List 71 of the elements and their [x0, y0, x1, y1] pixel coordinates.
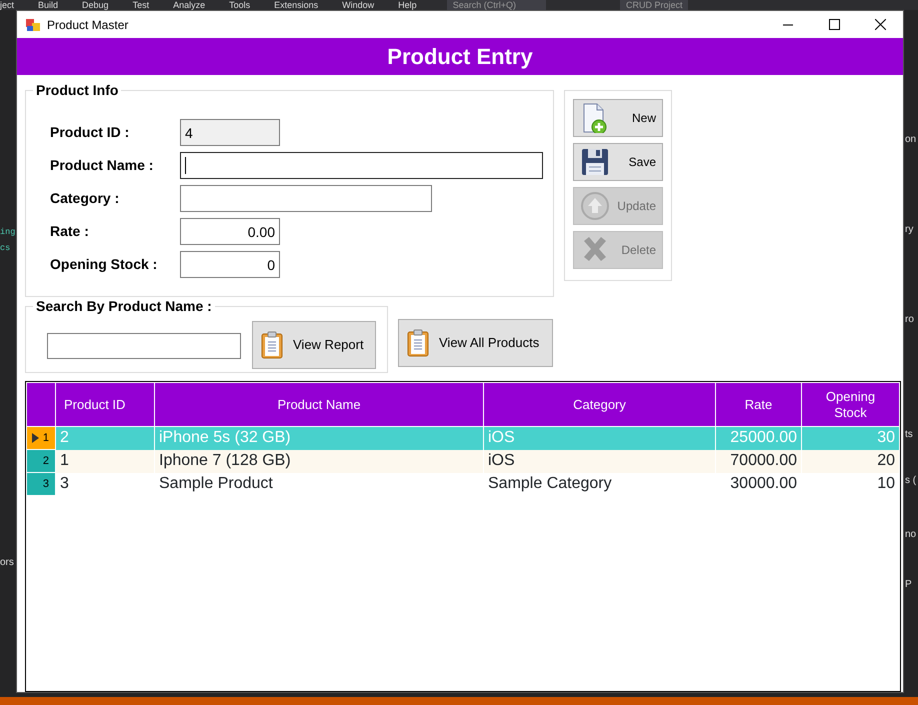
background-text: P	[905, 578, 912, 591]
menu-item[interactable]: Build	[38, 0, 58, 10]
row-number: 2	[42, 454, 50, 469]
search-field[interactable]: Search (Ctrl+Q)	[446, 0, 546, 10]
column-header[interactable]: Opening Stock	[802, 382, 900, 426]
row-number: 3	[42, 477, 50, 492]
input-field[interactable]: 0.00	[180, 218, 280, 245]
clipboard-icon	[405, 328, 431, 358]
table-cell: 25000.00	[716, 426, 802, 450]
menu-item[interactable]: ject	[0, 0, 14, 10]
table-cell: iOS	[484, 426, 716, 450]
app-icon	[25, 16, 41, 32]
window-title: Product Master	[47, 16, 128, 34]
table-cell: Sample Product	[154, 472, 484, 496]
project-title: CRUD Project	[620, 0, 688, 10]
column-header[interactable]: Rate	[716, 382, 802, 426]
menu-item[interactable]: Tools	[229, 0, 250, 10]
form-header: Product Entry	[17, 38, 903, 75]
search-field[interactable]	[47, 332, 241, 358]
row-header[interactable]: 2	[26, 450, 56, 472]
field-label: Product ID :	[50, 123, 130, 142]
input-field[interactable]	[180, 185, 432, 212]
background-text: ro	[905, 313, 914, 326]
row-pointer-icon	[30, 433, 38, 443]
header-cell	[26, 382, 56, 426]
background-text: cs	[0, 242, 10, 255]
menu-item[interactable]: Window	[342, 0, 374, 10]
table-cell: Sample Category	[484, 472, 716, 496]
background-text: ing	[0, 226, 16, 239]
table-cell: 30	[802, 426, 900, 450]
toolbar-button[interactable]: New	[573, 99, 663, 137]
table-cell: 1	[56, 450, 154, 472]
field-label: Product Name :	[50, 156, 154, 175]
maximize-icon	[828, 19, 840, 30]
toolbar-button[interactable]: Save	[573, 143, 663, 181]
view-report-button[interactable]: View Report	[252, 321, 376, 369]
table-cell: 3	[56, 472, 154, 496]
input-field[interactable]: 4	[180, 119, 280, 146]
table-cell: 2	[56, 426, 154, 450]
background-text: ors	[0, 556, 14, 569]
field-label: Rate :	[50, 222, 90, 241]
menu-item[interactable]: Test	[132, 0, 150, 10]
table-cell: Iphone 7 (128 GB)	[154, 450, 484, 472]
menu-item[interactable]: Extensions	[274, 0, 318, 10]
menu-item[interactable]: Analyze	[173, 0, 206, 10]
background-text: s (	[905, 474, 916, 487]
table-cell: 30000.00	[716, 472, 802, 496]
view-all-products-button[interactable]: View All Products	[398, 319, 553, 367]
menu-item[interactable]: Debug	[82, 0, 109, 10]
close-icon	[874, 19, 886, 30]
row-number: 1	[42, 431, 50, 446]
background-text: ry	[905, 223, 914, 236]
field-label: Opening Stock :	[50, 255, 158, 274]
table-cell: iOS	[484, 450, 716, 472]
table-cell: 10	[802, 472, 900, 496]
field-label: Category :	[50, 189, 120, 208]
row-header[interactable]: 1	[26, 426, 56, 450]
table-cell: 70000.00	[716, 450, 802, 472]
background-text: ts	[905, 428, 913, 441]
table-cell: iPhone 5s (32 GB)	[154, 426, 484, 450]
background-text: no	[905, 528, 916, 541]
clipboard-icon	[259, 330, 285, 360]
input-field[interactable]: 0	[180, 251, 280, 278]
input-field[interactable]	[180, 152, 543, 179]
column-header[interactable]: Category	[484, 382, 716, 426]
table-cell: 20	[802, 450, 900, 472]
column-header[interactable]: Product Name	[154, 382, 484, 426]
background-text: on	[905, 133, 916, 146]
menu-item[interactable]: Help	[398, 0, 417, 10]
column-header[interactable]: Product ID	[56, 382, 154, 426]
row-header[interactable]: 3	[26, 472, 56, 496]
